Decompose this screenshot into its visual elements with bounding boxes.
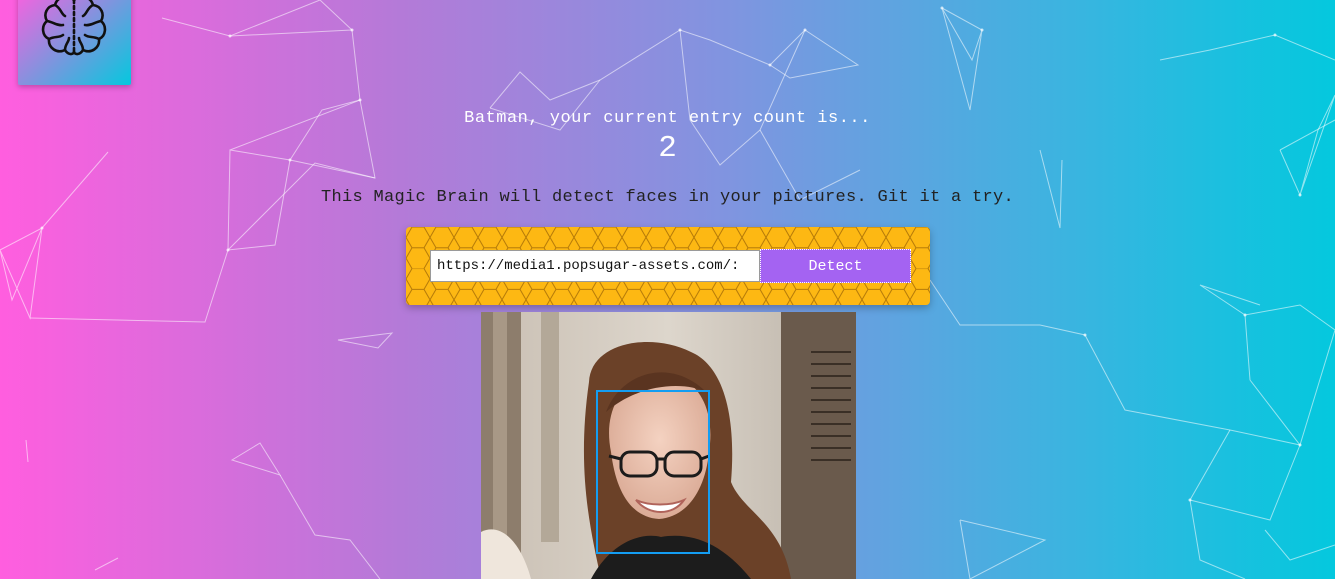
image-url-form: Detect	[406, 227, 930, 305]
face-bounding-box	[596, 390, 710, 554]
brain-icon	[41, 0, 107, 56]
entry-count: 2	[658, 131, 677, 166]
logo-tile[interactable]	[18, 0, 131, 85]
detection-image	[481, 312, 856, 579]
app-tagline: This Magic Brain will detect faces in yo…	[320, 188, 1015, 207]
detect-button[interactable]: Detect	[760, 249, 911, 283]
entry-greeting: Batman, your current entry count is...	[464, 109, 871, 128]
image-url-input[interactable]	[430, 250, 760, 282]
